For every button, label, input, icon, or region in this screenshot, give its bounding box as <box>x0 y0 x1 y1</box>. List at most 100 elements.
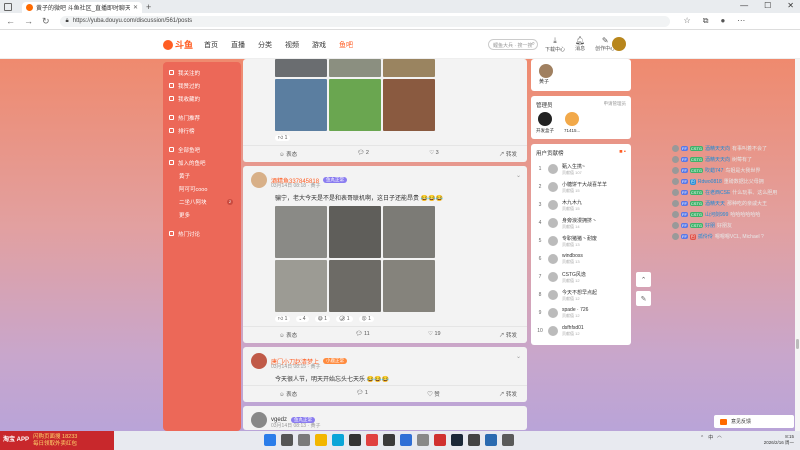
sidebar-item-group-huangzi[interactable]: 黄子 <box>163 169 241 182</box>
manager-item[interactable]: 71415... <box>564 112 580 134</box>
search-input[interactable]: 鲤鱼大兵 · 搜一搜 ⌕ <box>488 39 538 50</box>
more-icon[interactable]: ⋯ <box>737 16 745 26</box>
sidebar-item-group-kk[interactable]: 阿可可cooo <box>163 182 241 195</box>
app-icon[interactable] <box>349 434 361 446</box>
rank-row[interactable]: 10 dsfhfsd01 贡献值 12 <box>536 322 626 340</box>
app-icon[interactable] <box>383 434 395 446</box>
share-button[interactable]: ↗ 转发 <box>499 150 517 158</box>
comment-button[interactable]: 💬︎ 11 <box>355 331 369 339</box>
react-button[interactable]: ☺ 表态 <box>279 390 297 398</box>
sidebar-item-joined[interactable]: 加入的鱼吧 <box>163 156 241 169</box>
taobao-promo-banner[interactable]: 淘宝 APP 闪购页面搜 18233 每日领取外卖红包 <box>0 431 114 450</box>
app-icon[interactable] <box>417 434 429 446</box>
share-button[interactable]: ↗ 转发 <box>499 331 517 339</box>
react-button[interactable]: ☺ 表态 <box>279 150 297 158</box>
like-button[interactable]: ♡ 19 <box>428 331 441 339</box>
post-image[interactable] <box>329 206 381 258</box>
rank-row[interactable]: 6 windboss 贡献值 13 <box>536 250 626 268</box>
sidebar-item-all-groups[interactable]: 全部鱼吧 <box>163 143 241 156</box>
douyu-logo[interactable]: 斗鱼 <box>163 38 193 51</box>
start-icon[interactable] <box>264 434 276 446</box>
maximize-icon[interactable]: ☐ <box>764 1 771 10</box>
rank-row[interactable]: 5 专职猪猪丶耐废 贡献值 13 <box>536 232 626 250</box>
nav-yuba[interactable]: 鱼吧 <box>339 40 353 50</box>
reaction-chip[interactable]: 👍︎ 1 <box>275 135 291 141</box>
window-menu-icon[interactable] <box>4 2 12 11</box>
rank-row[interactable]: 2 小糖饼干大战喜羊羊 贡献值 15 <box>536 178 626 196</box>
search-icon[interactable]: ⌕ <box>532 41 535 48</box>
reaction-chip[interactable]: 😅︎ 1 <box>314 316 330 322</box>
rank-row[interactable]: 7 CSTG风逸 贡献值 12 <box>536 268 626 286</box>
rank-row[interactable]: 1 甄入生携~ 贡献值 107 <box>536 160 626 178</box>
apply-manager-link[interactable]: 申请管理员 <box>604 101 627 109</box>
rank-tabs[interactable]: ■ ▪ <box>619 149 626 157</box>
messages-button[interactable]: 🔔︎ 消息 <box>575 36 585 53</box>
star-icon[interactable]: ☆ <box>684 16 691 26</box>
language-icon[interactable]: 中 <box>708 434 713 441</box>
like-button[interactable]: ♡ 赞 <box>427 390 440 398</box>
profile-icon[interactable]: ● <box>720 16 725 26</box>
chevron-down-icon[interactable]: ⌄ <box>516 353 521 360</box>
comment-button[interactable]: 💬︎ 1 <box>356 390 368 398</box>
back-icon[interactable]: ← <box>6 16 15 27</box>
post-card[interactable]: 唐门小刀赵清梦上 小鹿正常 03月14日 08:15 · 黄子 ⌄ 今天很人节，… <box>243 347 527 402</box>
sidebar-item-favorites[interactable]: 我收藏的 <box>163 92 241 105</box>
feedback-button[interactable]: 意见反馈 <box>714 415 794 428</box>
sidebar-item-following[interactable]: 我关注的 <box>163 66 241 79</box>
app-icon[interactable] <box>366 434 378 446</box>
browser-tab[interactable]: 黄子的微吧 斗鱼社区_直播即时聊天 ✕ <box>22 2 142 13</box>
download-center-button[interactable]: ⤓ 下载中心 <box>545 36 565 53</box>
sidebar-item-liked[interactable]: 我赞过的 <box>163 79 241 92</box>
close-window-icon[interactable]: ✕ <box>787 1 794 10</box>
rank-row[interactable]: 4 身旁浪漫拥挤丶 贡献值 14 <box>536 214 626 232</box>
wifi-icon[interactable]: ◠ <box>717 435 721 441</box>
sidebar-item-ranking[interactable]: 排行榜 <box>163 124 241 137</box>
post-image[interactable] <box>383 260 435 312</box>
file-explorer-icon[interactable] <box>315 434 327 446</box>
forward-icon[interactable]: → <box>24 16 33 27</box>
post-image[interactable] <box>275 206 327 258</box>
react-button[interactable]: ☺ 表态 <box>279 331 297 339</box>
poster-avatar[interactable] <box>251 412 267 428</box>
post-card[interactable]: vgedz 鱼丸正常 03月14日 08:13 · 黄子 <box>243 406 527 430</box>
post-image[interactable] <box>383 79 435 131</box>
share-button[interactable]: ↗ 转发 <box>499 390 517 398</box>
post-image[interactable] <box>275 59 327 77</box>
edge-icon[interactable] <box>332 434 344 446</box>
app-icon[interactable] <box>485 434 497 446</box>
url-field[interactable]: 🔒︎ https://yuba.douyu.com/discussion/561… <box>59 15 670 27</box>
scroll-top-icon[interactable]: ⌃ <box>636 272 651 287</box>
app-icon[interactable] <box>400 434 412 446</box>
post-image[interactable] <box>383 59 435 77</box>
chevron-up-icon[interactable]: ⌃ <box>700 435 704 441</box>
nav-home[interactable]: 首页 <box>204 40 218 50</box>
reaction-chip[interactable]: 👍︎ 1 <box>275 316 291 322</box>
manager-item[interactable]: 开发盒子 <box>536 112 554 134</box>
post-card[interactable]: 👍︎ 1 ☺ 表态 💬︎ 2 ♡ 3 ↗ 转发 <box>243 59 527 162</box>
rank-row[interactable]: 9 spade · 726 贡献值 12 <box>536 304 626 322</box>
search-taskbar-icon[interactable] <box>281 434 293 446</box>
post-image[interactable] <box>275 260 327 312</box>
page-scrollbar[interactable] <box>795 59 800 431</box>
clock[interactable]: 8:15 2026/2/16 周一 <box>746 434 794 446</box>
post-card[interactable]: 酒精鱼337845818 鱼丸正常 03月14日 08:18 · 黄子 ⌄ 骗宁… <box>243 166 527 343</box>
owner-avatar[interactable] <box>539 64 553 78</box>
poster-avatar[interactable] <box>251 172 267 188</box>
owner-name[interactable]: 黄子 <box>539 78 549 85</box>
task-view-icon[interactable] <box>298 434 310 446</box>
new-tab-icon[interactable]: + <box>146 2 151 12</box>
nav-category[interactable]: 分类 <box>258 40 272 50</box>
reaction-chip[interactable]: 😮︎ 1 <box>358 316 374 322</box>
post-image[interactable] <box>329 59 381 77</box>
nav-game[interactable]: 游戏 <box>312 40 326 50</box>
refresh-icon[interactable]: ↻ <box>42 16 50 27</box>
app-icon[interactable] <box>434 434 446 446</box>
reaction-chip[interactable]: 💧︎ 4 <box>296 316 309 322</box>
chevron-down-icon[interactable]: ⌄ <box>516 172 521 179</box>
nav-live[interactable]: 直播 <box>231 40 245 50</box>
close-tab-icon[interactable]: ✕ <box>133 4 138 11</box>
rank-row[interactable]: 3 木九木九 贡献值 15 <box>536 196 626 214</box>
compose-icon[interactable]: ✎ <box>636 291 651 306</box>
sidebar-item-hot[interactable]: 热门推荐 <box>163 111 241 124</box>
poster-avatar[interactable] <box>251 353 267 369</box>
